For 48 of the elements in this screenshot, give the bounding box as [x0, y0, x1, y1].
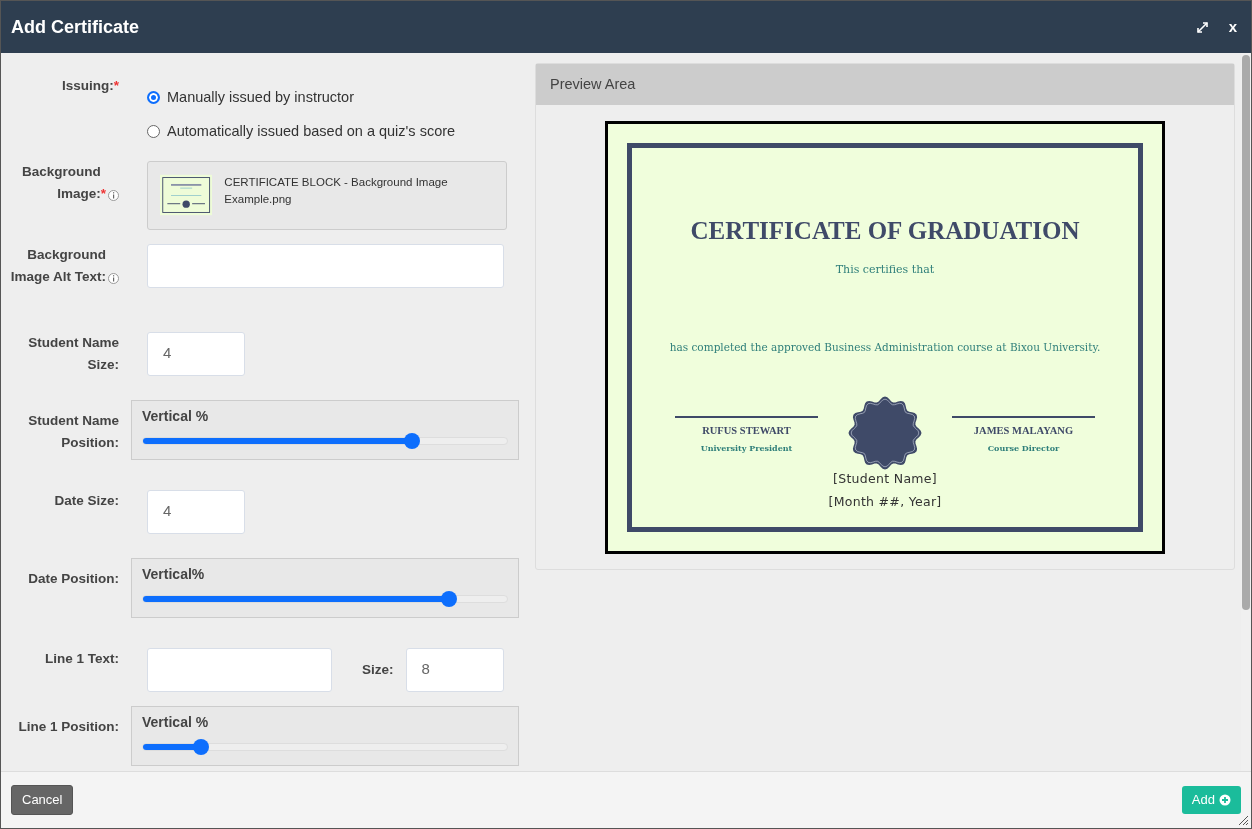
cancel-button[interactable]: Cancel: [11, 785, 74, 815]
preview-title: Preview Area: [550, 74, 636, 94]
file-chooser[interactable]: CERTIFICATE BLOCK - Background Image Example.png: [147, 160, 507, 230]
field-label: Student Name Size:: [27, 333, 119, 374]
signer-title: University President: [699, 441, 794, 454]
signer-name: RUFUS STEWART: [701, 423, 792, 438]
number-field[interactable]: 8: [405, 647, 504, 692]
slider-thumb[interactable]: [440, 590, 457, 607]
required-mark: *: [113, 77, 119, 95]
radio-label[interactable]: Manually issued by instructor: [167, 87, 354, 109]
window-title: Add Certificate: [11, 15, 140, 39]
student-name-field: [Student Name]: [833, 469, 937, 489]
text-field[interactable]: [147, 243, 504, 288]
date-field: [Month ##, Year]: [828, 492, 942, 512]
field-label: Line 1 Text:: [45, 649, 119, 668]
file-name: CERTIFICATE BLOCK - Background Image Example.png: [224, 174, 449, 207]
slider-thumb[interactable]: [193, 738, 210, 755]
field-label: Issuing:: [61, 77, 114, 95]
field-label: Background Image Alt Text:: [9, 245, 106, 286]
close-button[interactable]: x: [1224, 15, 1241, 39]
certificate-text: has completed the approved Business Administration course at Bixou University.: [669, 340, 1101, 355]
radio-button[interactable]: [147, 91, 160, 105]
certificate-thumbnail-icon: [160, 172, 213, 217]
field-label: Background Image:: [20, 162, 101, 203]
signer-name: JAMES MALAYANG: [972, 423, 1075, 438]
slider-caption: Vertical %: [142, 712, 210, 731]
info-icon[interactable]: [108, 189, 119, 201]
resize-grip-icon[interactable]: [1238, 815, 1249, 826]
field-label: Size:: [362, 660, 394, 679]
slider-thumb[interactable]: [404, 432, 421, 449]
field-label: Line 1 Position:: [18, 717, 119, 736]
signer-title: Course Director: [986, 441, 1061, 454]
certificate-heading: CERTIFICATE OF GRADUATION: [690, 216, 1080, 246]
text-field[interactable]: [147, 647, 332, 692]
slider-caption: Vertical%: [142, 564, 206, 583]
maximize-icon[interactable]: [1195, 20, 1209, 34]
plus-circle-icon: [1219, 794, 1231, 806]
field-label: Student Name Position:: [27, 411, 119, 452]
number-field[interactable]: 4: [147, 489, 245, 534]
info-icon[interactable]: [108, 272, 119, 284]
field-label: Date Size:: [54, 491, 119, 510]
radio-button[interactable]: [147, 125, 160, 139]
field-label: Date Position:: [28, 569, 119, 588]
required-mark: *: [100, 184, 106, 203]
certificate-text: This certifies that: [835, 261, 935, 278]
number-field[interactable]: 4: [147, 331, 245, 376]
radio-label[interactable]: Automatically issued based on a quiz's score: [167, 120, 456, 143]
slider-caption: Vertical %: [142, 406, 210, 425]
